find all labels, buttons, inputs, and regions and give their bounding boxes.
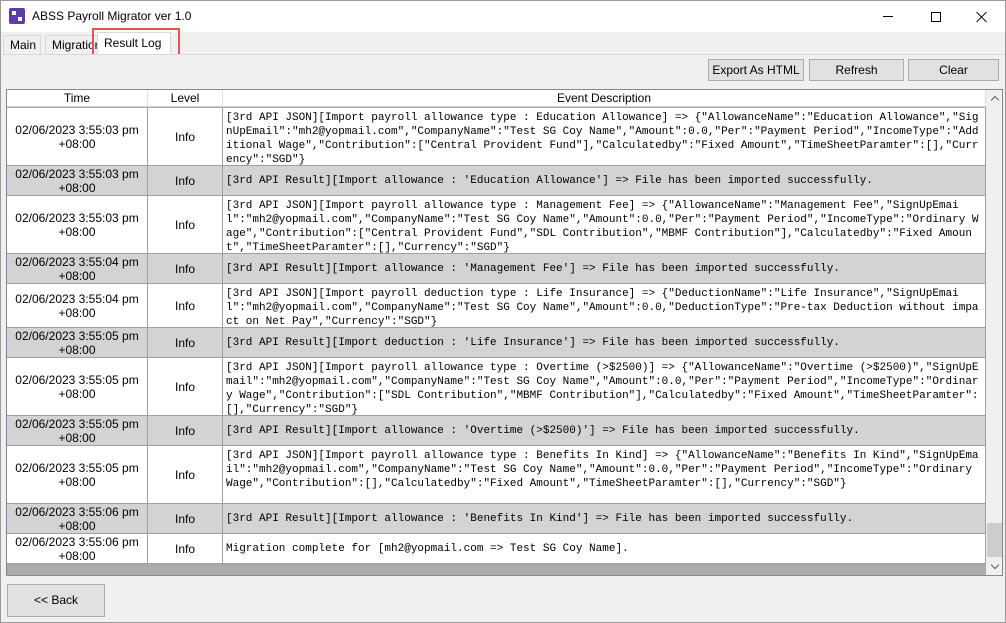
table-row[interactable]: 02/06/2023 3:55:03 pm +08:00 Info [3rd A…: [7, 166, 986, 196]
column-header-time[interactable]: Time: [7, 90, 148, 107]
row-level: Info: [148, 446, 223, 504]
row-level: Info: [148, 196, 223, 254]
row-description: [3rd API Result][Import allowance : 'Man…: [223, 254, 986, 284]
row-description: [3rd API Result][Import deduction : 'Lif…: [223, 328, 986, 358]
row-level: Info: [148, 416, 223, 446]
back-button[interactable]: << Back: [7, 584, 105, 617]
tab-migration[interactable]: Migration: [45, 35, 99, 54]
tab-main[interactable]: Main: [3, 35, 41, 54]
title-bar[interactable]: ABSS Payroll Migrator ver 1.0: [1, 1, 1005, 32]
row-level: Info: [148, 284, 223, 328]
row-description: [3rd API Result][Import allowance : 'Ove…: [223, 416, 986, 446]
scroll-thumb[interactable]: [987, 523, 1002, 557]
row-time: 02/06/2023 3:55:04 pm +08:00: [7, 254, 148, 284]
close-icon: [976, 11, 988, 23]
table-row[interactable]: 02/06/2023 3:55:04 pm +08:00 Info [3rd A…: [7, 254, 986, 284]
row-time: 02/06/2023 3:55:03 pm +08:00: [7, 196, 148, 254]
table-row[interactable]: 02/06/2023 3:55:03 pm +08:00 Info [3rd A…: [7, 108, 986, 166]
table-row[interactable]: 02/06/2023 3:55:05 pm +08:00 Info [3rd A…: [7, 358, 986, 416]
table-row[interactable]: 02/06/2023 3:55:05 pm +08:00 Info [3rd A…: [7, 416, 986, 446]
table-row[interactable]: 02/06/2023 3:55:04 pm +08:00 Info [3rd A…: [7, 284, 986, 328]
table-row[interactable]: 02/06/2023 3:55:03 pm +08:00 Info [3rd A…: [7, 196, 986, 254]
row-description: [3rd API JSON][Import payroll allowance …: [223, 358, 986, 416]
row-description: [3rd API JSON][Import payroll allowance …: [223, 196, 986, 254]
abss-app-icon: [9, 8, 25, 24]
row-time: 02/06/2023 3:55:05 pm +08:00: [7, 416, 148, 446]
row-time: 02/06/2023 3:55:05 pm +08:00: [7, 358, 148, 416]
row-description: [3rd API JSON][Import payroll allowance …: [223, 108, 986, 166]
column-header-description[interactable]: Event Description: [223, 90, 986, 107]
window-title: ABSS Payroll Migrator ver 1.0: [32, 9, 192, 23]
column-header-level[interactable]: Level: [148, 90, 223, 107]
row-level: Info: [148, 254, 223, 284]
row-level: Info: [148, 358, 223, 416]
chevron-up-icon: [990, 95, 999, 105]
table-row[interactable]: 02/06/2023 3:55:06 pm +08:00 Info Migrat…: [7, 534, 986, 564]
row-time: 02/06/2023 3:55:03 pm +08:00: [7, 108, 148, 166]
tab-strip: Main Migration Result Log: [1, 32, 1005, 55]
row-time: 02/06/2023 3:55:06 pm +08:00: [7, 534, 148, 564]
row-level: Info: [148, 328, 223, 358]
log-grid[interactable]: Time Level Event Description 02/06/2023 …: [6, 89, 1003, 576]
maximize-icon: [931, 11, 941, 22]
refresh-button[interactable]: Refresh: [809, 59, 904, 81]
minimize-button[interactable]: [865, 1, 911, 32]
vertical-scrollbar[interactable]: [986, 90, 1002, 575]
result-log-page: Export As HTML Refresh Clear Time Level …: [3, 54, 1005, 576]
tab-result-log[interactable]: Result Log: [97, 32, 171, 55]
row-description: [3rd API Result][Import allowance : 'Edu…: [223, 166, 986, 196]
clear-button[interactable]: Clear: [908, 59, 999, 81]
row-description: [3rd API Result][Import allowance : 'Ben…: [223, 504, 986, 534]
chevron-down-icon: [990, 560, 999, 570]
row-description: Migration complete for [mh2@yopmail.com …: [223, 534, 986, 564]
row-time: 02/06/2023 3:55:06 pm +08:00: [7, 504, 148, 534]
row-level: Info: [148, 504, 223, 534]
app-window: ABSS Payroll Migrator ver 1.0 Main Migra…: [0, 0, 1006, 623]
scroll-up-button[interactable]: [986, 90, 1002, 107]
minimize-icon: [883, 16, 893, 17]
table-row[interactable]: 02/06/2023 3:55:05 pm +08:00 Info [3rd A…: [7, 328, 986, 358]
row-level: Info: [148, 166, 223, 196]
row-time: 02/06/2023 3:55:04 pm +08:00: [7, 284, 148, 328]
table-row[interactable]: 02/06/2023 3:55:05 pm +08:00 Info [3rd A…: [7, 446, 986, 504]
scroll-down-button[interactable]: [986, 558, 1002, 575]
row-time: 02/06/2023 3:55:03 pm +08:00: [7, 166, 148, 196]
maximize-button[interactable]: [913, 1, 959, 32]
close-button[interactable]: [959, 1, 1005, 32]
row-time: 02/06/2023 3:55:05 pm +08:00: [7, 446, 148, 504]
table-row[interactable]: 02/06/2023 3:55:06 pm +08:00 Info [3rd A…: [7, 504, 986, 534]
row-description: [3rd API JSON][Import payroll allowance …: [223, 446, 986, 504]
row-time: 02/06/2023 3:55:05 pm +08:00: [7, 328, 148, 358]
export-html-button[interactable]: Export As HTML: [708, 59, 804, 81]
row-level: Info: [148, 108, 223, 166]
log-grid-body: Time Level Event Description 02/06/2023 …: [7, 90, 986, 575]
row-description: [3rd API JSON][Import payroll deduction …: [223, 284, 986, 328]
row-level: Info: [148, 534, 223, 564]
